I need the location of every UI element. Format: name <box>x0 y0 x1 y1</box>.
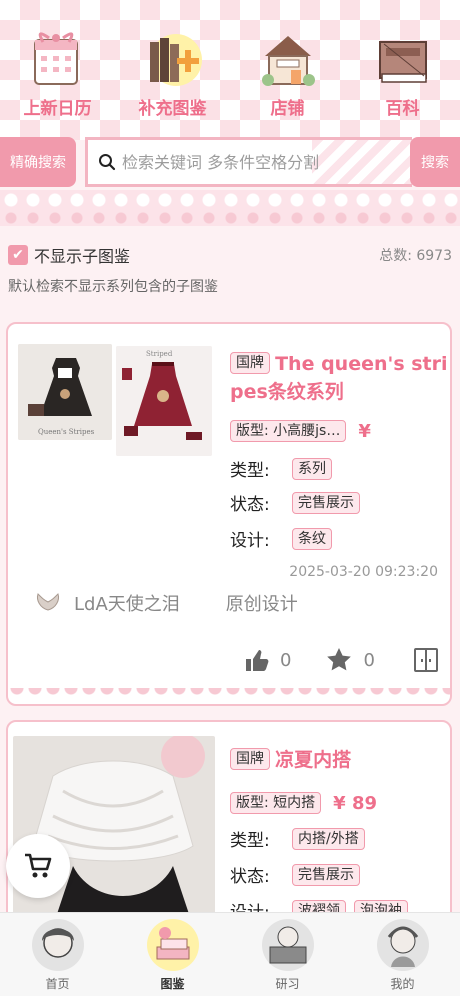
card-title-block: 国牌 凉夏内搭 <box>230 746 450 774</box>
svg-text:Striped: Striped <box>146 350 173 358</box>
status-label: 状态: <box>230 495 270 515</box>
type-tag[interactable]: 系列 <box>292 457 332 480</box>
tab-label: 图鉴 <box>160 977 185 991</box>
tab-catalog[interactable]: 图鉴 <box>115 913 230 996</box>
nav-calendar[interactable]: 上新日历 <box>0 28 115 128</box>
book-open-icon[interactable] <box>413 647 439 673</box>
search-row: 精确搜索 搜索 <box>0 137 460 187</box>
favorite-count: 0 <box>363 649 375 671</box>
tab-label: 首页 <box>45 977 70 991</box>
shop-name: LdA天使之泪 <box>74 594 180 615</box>
filter-hint: 默认检索不显示系列包含的子图鉴 <box>8 279 218 295</box>
type-label: 类型: <box>230 831 270 851</box>
nav-encyclopedia[interactable]: 百科 <box>345 28 460 128</box>
status-label: 状态: <box>230 867 270 887</box>
search-button[interactable]: 搜索 <box>410 137 460 187</box>
design-label: 设计: <box>230 531 270 551</box>
card-lace-border <box>8 688 450 704</box>
study-reading-icon <box>261 919 314 971</box>
profile-avatar-icon <box>376 919 429 971</box>
design-row: 设计: 条纹 <box>230 526 332 551</box>
svg-text:Queen's Stripes: Queen's Stripes <box>38 428 95 436</box>
status-row: 状态: 完售展示 <box>230 862 360 887</box>
filter-section: ✔ 不显示子图鉴 总数: 6973 默认检索不显示系列包含的子图鉴 <box>8 244 452 296</box>
card-title[interactable]: 凉夏内搭 <box>275 749 351 771</box>
books-plus-icon <box>149 34 202 86</box>
actions-row: 0 0 <box>244 646 439 674</box>
datetime: 2025-03-20 09:23:20 <box>289 564 438 580</box>
hide-sub-catalog-checkbox[interactable]: ✔ <box>8 245 28 265</box>
status-tag: 完售展示 <box>292 863 360 886</box>
tab-study[interactable]: 研习 <box>230 913 345 996</box>
nav-label: 上新日历 <box>23 99 92 119</box>
brand-badge: 国牌 <box>230 748 270 770</box>
status-row: 状态: 完售展示 <box>230 490 360 515</box>
card-title-block: 国牌 The queen's stripes条纹系列 <box>230 350 450 406</box>
fit-tag: 版型: 短内搭 <box>230 792 322 814</box>
status-tag: 完售展示 <box>292 491 360 514</box>
home-avatar-icon <box>31 919 84 971</box>
lace-divider <box>0 190 460 226</box>
shop-row[interactable]: LdA天使之泪 原创设计 <box>34 590 298 616</box>
star-icon[interactable] <box>325 646 353 674</box>
encyclopedia-icon <box>378 41 427 83</box>
catalog-books-icon <box>146 919 199 971</box>
tab-home[interactable]: 首页 <box>0 913 115 996</box>
search-box <box>85 137 412 187</box>
product-image[interactable]: Queen's Stripes <box>18 344 112 440</box>
search-input[interactable] <box>122 152 402 172</box>
nav-label: 百科 <box>385 99 420 119</box>
price: ¥ <box>358 420 371 442</box>
tab-label: 研习 <box>275 977 300 991</box>
nav-shop[interactable]: 店铺 <box>230 28 345 128</box>
type-label: 类型: <box>230 461 270 481</box>
tab-profile[interactable]: 我的 <box>345 913 460 996</box>
type-row: 类型: 系列 <box>230 456 332 481</box>
like-count: 0 <box>280 649 292 671</box>
type-row: 类型: 内搭/外搭 <box>230 826 365 851</box>
fit-row: 版型: 小高腰js… ¥ <box>230 420 371 442</box>
nav-label: 补充图鉴 <box>138 99 207 119</box>
product-image[interactable]: Striped <box>116 346 212 456</box>
type-tag[interactable]: 内搭/外搭 <box>292 827 365 850</box>
total-count: 总数: 6973 <box>379 248 452 264</box>
fit-row: 版型: 短内搭 ¥ 89 <box>230 792 377 814</box>
dress-image-red: Striped <box>116 346 212 456</box>
shop-icon <box>261 36 315 86</box>
cart-button[interactable] <box>6 834 70 898</box>
tab-label: 我的 <box>390 977 415 991</box>
dress-image-black: Queen's Stripes <box>18 344 112 440</box>
fit-tag: 版型: 小高腰js… <box>230 420 347 442</box>
checkbox-label: 不显示子图鉴 <box>34 247 131 266</box>
catalog-card[interactable]: Queen's Stripes Striped 国牌 The queen's s… <box>6 322 452 706</box>
design-tag[interactable]: 条纹 <box>292 527 332 550</box>
thumbs-up-icon[interactable] <box>244 647 270 673</box>
nav-label: 店铺 <box>270 99 305 119</box>
bottom-tab-bar: 首页 图鉴 研习 我的 <box>0 912 460 996</box>
search-icon <box>99 154 116 171</box>
checkmark-icon: ✔ <box>12 247 24 263</box>
top-nav: 上新日历 补充图鉴 店铺 百科 <box>0 28 460 128</box>
origin-label: 原创设计 <box>225 594 298 615</box>
brand-badge: 国牌 <box>230 352 270 374</box>
cart-icon <box>25 853 52 878</box>
nav-add-catalog[interactable]: 补充图鉴 <box>115 28 230 128</box>
precise-search-button[interactable]: 精确搜索 <box>0 137 76 187</box>
angel-wings-logo-icon <box>37 593 59 611</box>
price: ¥ 89 <box>333 792 378 814</box>
calendar-icon <box>33 32 78 85</box>
